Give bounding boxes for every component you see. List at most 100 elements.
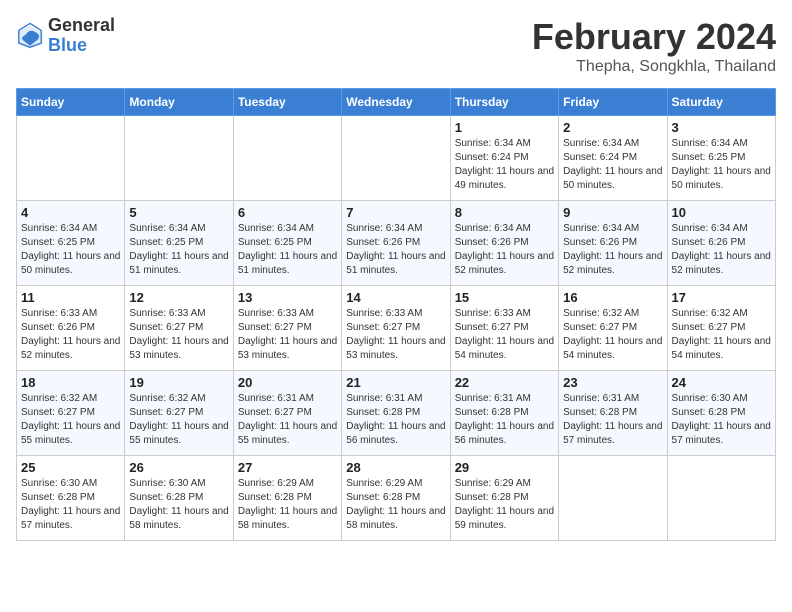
calendar-cell: 10 Sunrise: 6:34 AM Sunset: 6:26 PM Dayli… <box>667 201 775 286</box>
calendar-cell: 1 Sunrise: 6:34 AM Sunset: 6:24 PM Daylig… <box>450 116 558 201</box>
calendar-week-row: 11 Sunrise: 6:33 AM Sunset: 6:26 PM Dayli… <box>17 286 776 371</box>
cell-info: Sunrise: 6:34 AM Sunset: 6:24 PM Dayligh… <box>455 137 554 193</box>
day-number: 25 <box>21 460 120 475</box>
day-number: 26 <box>129 460 228 475</box>
calendar-cell <box>667 456 775 541</box>
calendar-cell: 24Sunrise: 6:30 AM Sunset: 6:28 PM Dayli… <box>667 371 775 456</box>
calendar-cell <box>125 116 233 201</box>
day-number: 15 <box>455 290 554 305</box>
cell-info: Sunrise: 6:29 AM Sunset: 6:28 PM Dayligh… <box>238 477 337 533</box>
calendar-cell: 29Sunrise: 6:29 AM Sunset: 6:28 PM Dayli… <box>450 456 558 541</box>
day-number: 4 <box>21 205 120 220</box>
calendar-table: SundayMondayTuesdayWednesdayThursdayFrid… <box>16 88 776 541</box>
day-number: 27 <box>238 460 337 475</box>
day-number: 6 <box>238 205 337 220</box>
calendar-header-row: SundayMondayTuesdayWednesdayThursdayFrid… <box>17 89 776 116</box>
calendar-cell: 14 Sunrise: 6:33 AM Sunset: 6:27 PM Dayli… <box>342 286 450 371</box>
day-number: 10 <box>672 205 771 220</box>
cell-info: Sunrise: 6:33 AM Sunset: 6:27 PM Dayligh… <box>238 307 337 363</box>
cell-info: Sunrise: 6:30 AM Sunset: 6:28 PM Dayligh… <box>21 477 120 533</box>
day-of-week-tuesday: Tuesday <box>233 89 341 116</box>
cell-info: Sunrise: 6:30 AM Sunset: 6:28 PM Dayligh… <box>129 477 228 533</box>
cell-info: Sunrise: 6:33 AM Sunset: 6:27 PM Dayligh… <box>346 307 445 363</box>
calendar-cell: 13 Sunrise: 6:33 AM Sunset: 6:27 PM Dayli… <box>233 286 341 371</box>
calendar-cell: 26 Sunrise: 6:30 AM Sunset: 6:28 PM Dayli… <box>125 456 233 541</box>
calendar-cell: 23 Sunrise: 6:31 AM Sunset: 6:28 PM Dayli… <box>559 371 667 456</box>
calendar-cell: 27 Sunrise: 6:29 AM Sunset: 6:28 PM Dayli… <box>233 456 341 541</box>
day-number: 9 <box>563 205 662 220</box>
calendar-cell: 16 Sunrise: 6:32 AM Sunset: 6:27 PM Dayli… <box>559 286 667 371</box>
calendar-cell: 6 Sunrise: 6:34 AM Sunset: 6:25 PM Daylig… <box>233 201 341 286</box>
calendar-cell: 20 Sunrise: 6:31 AM Sunset: 6:27 PM Dayli… <box>233 371 341 456</box>
calendar-cell <box>17 116 125 201</box>
calendar-week-row: 1 Sunrise: 6:34 AM Sunset: 6:24 PM Daylig… <box>17 116 776 201</box>
calendar-cell: 5Sunrise: 6:34 AM Sunset: 6:25 PM Daylig… <box>125 201 233 286</box>
cell-info: Sunrise: 6:30 AM Sunset: 6:28 PM Dayligh… <box>672 392 771 448</box>
calendar-cell: 18 Sunrise: 6:32 AM Sunset: 6:27 PM Dayli… <box>17 371 125 456</box>
day-number: 17 <box>672 290 771 305</box>
calendar-cell: 7 Sunrise: 6:34 AM Sunset: 6:26 PM Daylig… <box>342 201 450 286</box>
day-number: 23 <box>563 375 662 390</box>
day-number: 16 <box>563 290 662 305</box>
cell-info: Sunrise: 6:34 AM Sunset: 6:26 PM Dayligh… <box>455 222 554 278</box>
calendar-cell: 3 Sunrise: 6:34 AM Sunset: 6:25 PM Daylig… <box>667 116 775 201</box>
day-of-week-sunday: Sunday <box>17 89 125 116</box>
calendar-cell: 9Sunrise: 6:34 AM Sunset: 6:26 PM Daylig… <box>559 201 667 286</box>
cell-info: Sunrise: 6:34 AM Sunset: 6:25 PM Dayligh… <box>672 137 771 193</box>
cell-info: Sunrise: 6:32 AM Sunset: 6:27 PM Dayligh… <box>563 307 662 363</box>
cell-info: Sunrise: 6:29 AM Sunset: 6:28 PM Dayligh… <box>455 477 554 533</box>
day-number: 11 <box>21 290 120 305</box>
calendar-cell: 17 Sunrise: 6:32 AM Sunset: 6:27 PM Dayli… <box>667 286 775 371</box>
calendar-cell: 15 Sunrise: 6:33 AM Sunset: 6:27 PM Dayli… <box>450 286 558 371</box>
cell-info: Sunrise: 6:32 AM Sunset: 6:27 PM Dayligh… <box>672 307 771 363</box>
day-number: 20 <box>238 375 337 390</box>
calendar-cell: 4 Sunrise: 6:34 AM Sunset: 6:25 PM Daylig… <box>17 201 125 286</box>
day-number: 21 <box>346 375 445 390</box>
calendar-cell: 8 Sunrise: 6:34 AM Sunset: 6:26 PM Daylig… <box>450 201 558 286</box>
location-title: Thepha, Songkhla, Thailand <box>532 58 776 76</box>
calendar-cell: 21 Sunrise: 6:31 AM Sunset: 6:28 PM Dayli… <box>342 371 450 456</box>
day-of-week-wednesday: Wednesday <box>342 89 450 116</box>
cell-info: Sunrise: 6:34 AM Sunset: 6:25 PM Dayligh… <box>238 222 337 278</box>
calendar-cell: 28Sunrise: 6:29 AM Sunset: 6:28 PM Dayli… <box>342 456 450 541</box>
logo: General Blue <box>16 16 115 56</box>
calendar-week-row: 18 Sunrise: 6:32 AM Sunset: 6:27 PM Dayli… <box>17 371 776 456</box>
cell-info: Sunrise: 6:33 AM Sunset: 6:26 PM Dayligh… <box>21 307 120 363</box>
day-number: 18 <box>21 375 120 390</box>
day-number: 12 <box>129 290 228 305</box>
title-area: February 2024 Thepha, Songkhla, Thailand <box>532 16 776 76</box>
cell-info: Sunrise: 6:31 AM Sunset: 6:28 PM Dayligh… <box>455 392 554 448</box>
day-number: 19 <box>129 375 228 390</box>
page-header: General Blue February 2024 Thepha, Songk… <box>16 16 776 76</box>
cell-info: Sunrise: 6:32 AM Sunset: 6:27 PM Dayligh… <box>21 392 120 448</box>
day-number: 8 <box>455 205 554 220</box>
cell-info: Sunrise: 6:33 AM Sunset: 6:27 PM Dayligh… <box>455 307 554 363</box>
calendar-cell: 12 Sunrise: 6:33 AM Sunset: 6:27 PM Dayli… <box>125 286 233 371</box>
day-of-week-monday: Monday <box>125 89 233 116</box>
day-of-week-saturday: Saturday <box>667 89 775 116</box>
cell-info: Sunrise: 6:34 AM Sunset: 6:25 PM Dayligh… <box>129 222 228 278</box>
day-number: 22 <box>455 375 554 390</box>
calendar-cell: 19Sunrise: 6:32 AM Sunset: 6:27 PM Dayli… <box>125 371 233 456</box>
day-number: 14 <box>346 290 445 305</box>
cell-info: Sunrise: 6:31 AM Sunset: 6:28 PM Dayligh… <box>563 392 662 448</box>
day-of-week-friday: Friday <box>559 89 667 116</box>
calendar-cell: 2Sunrise: 6:34 AM Sunset: 6:24 PM Daylig… <box>559 116 667 201</box>
logo-blue-text: Blue <box>48 36 115 56</box>
cell-info: Sunrise: 6:31 AM Sunset: 6:27 PM Dayligh… <box>238 392 337 448</box>
day-number: 3 <box>672 120 771 135</box>
calendar-week-row: 4 Sunrise: 6:34 AM Sunset: 6:25 PM Daylig… <box>17 201 776 286</box>
day-number: 13 <box>238 290 337 305</box>
cell-info: Sunrise: 6:31 AM Sunset: 6:28 PM Dayligh… <box>346 392 445 448</box>
calendar-cell: 11 Sunrise: 6:33 AM Sunset: 6:26 PM Dayli… <box>17 286 125 371</box>
cell-info: Sunrise: 6:29 AM Sunset: 6:28 PM Dayligh… <box>346 477 445 533</box>
cell-info: Sunrise: 6:34 AM Sunset: 6:26 PM Dayligh… <box>346 222 445 278</box>
day-number: 7 <box>346 205 445 220</box>
logo-general-text: General <box>48 16 115 36</box>
calendar-cell <box>233 116 341 201</box>
cell-info: Sunrise: 6:33 AM Sunset: 6:27 PM Dayligh… <box>129 307 228 363</box>
cell-info: Sunrise: 6:34 AM Sunset: 6:25 PM Dayligh… <box>21 222 120 278</box>
day-number: 1 <box>455 120 554 135</box>
day-of-week-thursday: Thursday <box>450 89 558 116</box>
cell-info: Sunrise: 6:34 AM Sunset: 6:26 PM Dayligh… <box>672 222 771 278</box>
